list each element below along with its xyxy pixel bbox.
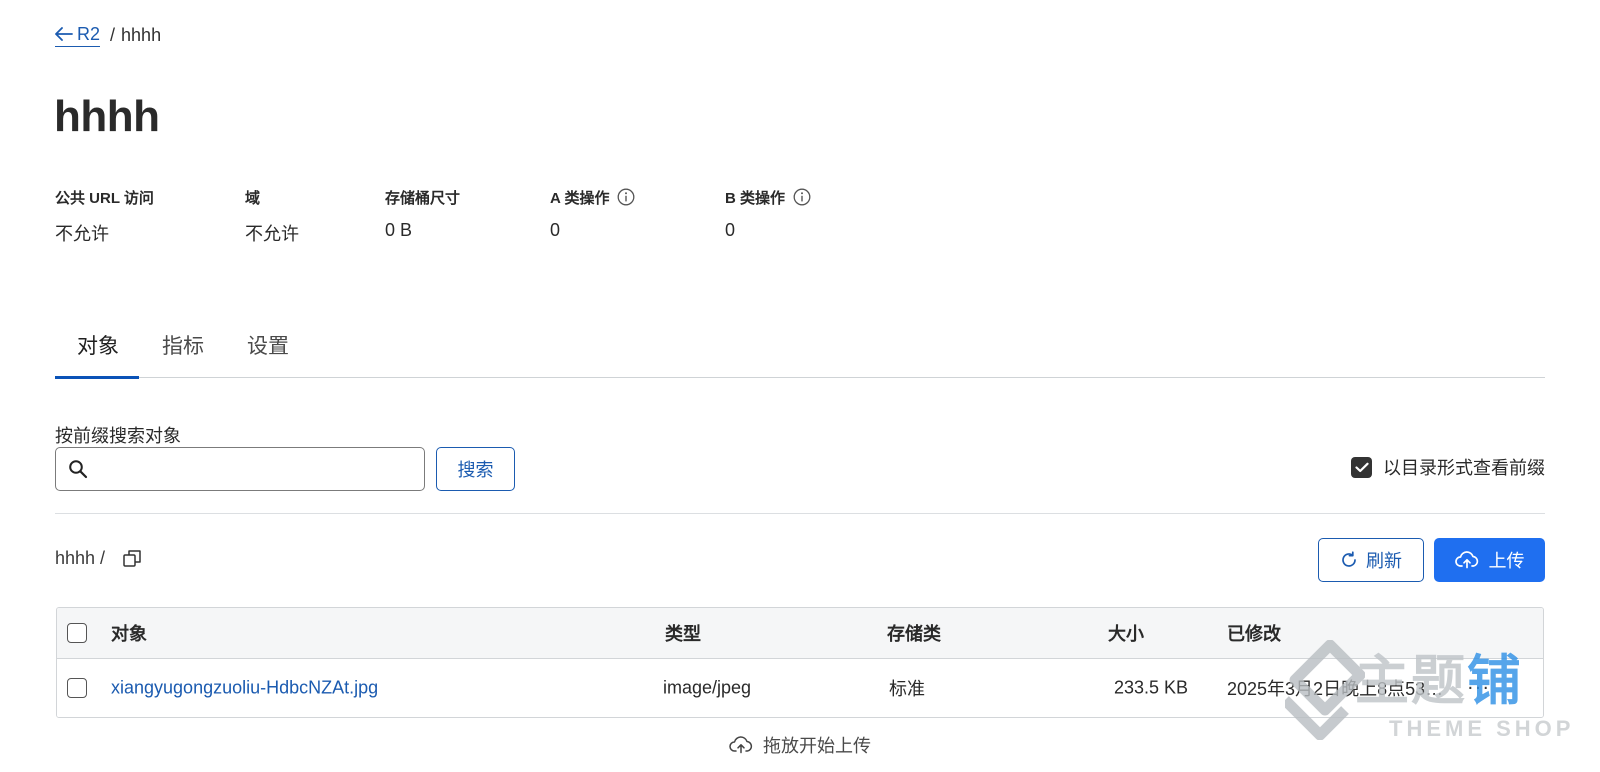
current-path: hhhh / — [55, 548, 142, 569]
stat-value: 不允许 — [245, 224, 299, 244]
table-header: 对象 类型 存储类 大小 已修改 — [57, 608, 1543, 659]
checkbox-checked-icon[interactable] — [1351, 456, 1372, 478]
page-title: hhhh — [54, 92, 160, 141]
tab-bar: 对象 指标 设置 — [55, 318, 1545, 379]
stat-value: 0 — [725, 220, 736, 240]
stat-class-a-ops: A 类操作 0 — [550, 186, 635, 241]
cloud-upload-icon — [729, 736, 753, 754]
refresh-icon — [1342, 551, 1356, 567]
stat-domain: 域 不允许 — [245, 186, 299, 246]
stat-bucket-size: 存储桶尺寸 0 B — [385, 186, 460, 241]
search-input[interactable] — [96, 460, 424, 478]
table-row: xiangyugongzuoliu-HdbcNZAt.jpg image/jpe… — [57, 659, 1543, 717]
directory-toggle-label: 以目录形式查看前缀 — [1383, 458, 1545, 478]
column-header-modified[interactable]: 已修改 — [1227, 620, 1281, 646]
object-storage-class: 标准 — [889, 679, 925, 699]
search-field — [55, 447, 425, 491]
cloud-upload-icon — [1454, 551, 1478, 569]
copy-icon[interactable] — [123, 549, 142, 568]
upload-label: 上传 — [1488, 551, 1525, 571]
section-divider — [55, 513, 1545, 514]
stat-label: B 类操作 — [725, 189, 786, 207]
stat-value: 不允许 — [55, 224, 109, 244]
object-type: image/jpeg — [663, 677, 752, 698]
breadcrumb-root: R2 — [77, 23, 101, 44]
info-icon[interactable] — [793, 188, 811, 206]
object-modified: 2025年3月2日晚上8点53… — [1227, 679, 1444, 699]
object-size: 233.5 KB — [1114, 677, 1189, 698]
search-button[interactable]: 搜索 — [436, 447, 515, 491]
directory-view-toggle[interactable]: 以目录形式查看前缀 — [1351, 454, 1545, 480]
row-checkbox[interactable] — [67, 678, 87, 698]
refresh-button[interactable]: 刷新 — [1318, 538, 1424, 582]
refresh-label: 刷新 — [1366, 551, 1402, 571]
select-all-checkbox[interactable] — [67, 623, 87, 643]
breadcrumb-separator: / — [110, 24, 116, 45]
path-text: hhhh / — [55, 548, 106, 568]
column-header-size[interactable]: 大小 — [1108, 620, 1144, 646]
stat-public-url: 公共 URL 访问 不允许 — [55, 186, 154, 246]
stat-value: 0 B — [385, 220, 413, 240]
stat-label: 公共 URL 访问 — [55, 189, 154, 207]
stat-label: 存储桶尺寸 — [385, 189, 461, 207]
tab-settings[interactable]: 设置 — [247, 330, 289, 360]
column-header-type[interactable]: 类型 — [665, 620, 701, 646]
column-header-storage-class[interactable]: 存储类 — [887, 620, 941, 646]
tab-objects[interactable]: 对象 — [77, 330, 119, 360]
column-header-object[interactable]: 对象 — [111, 620, 147, 646]
search-label: 按前缀搜索对象 — [55, 426, 181, 446]
search-icon — [69, 460, 88, 479]
stat-class-b-ops: B 类操作 0 — [725, 186, 811, 241]
info-icon[interactable] — [617, 188, 635, 206]
stat-label: 域 — [245, 189, 261, 207]
breadcrumb-current: hhhh — [121, 24, 162, 45]
dropzone-label: 拖放开始上传 — [763, 736, 871, 756]
stat-label: A 类操作 — [550, 189, 610, 207]
breadcrumb: R2 / hhhh — [55, 22, 161, 48]
upload-button[interactable]: 上传 — [1434, 538, 1545, 582]
object-name-link[interactable]: xiangyugongzuoliu-HdbcNZAt.jpg — [111, 678, 378, 699]
objects-table: 对象 类型 存储类 大小 已修改 xiangyugongzuoliu-HdbcN… — [56, 607, 1544, 718]
arrow-left-icon — [55, 27, 73, 41]
row-more-actions-button[interactable]: ··· — [1467, 677, 1490, 700]
upload-dropzone[interactable]: 拖放开始上传 — [0, 732, 1600, 758]
breadcrumb-back-link[interactable]: R2 — [55, 23, 101, 47]
tab-metrics[interactable]: 指标 — [162, 330, 204, 360]
stat-value: 0 — [550, 220, 561, 240]
tab-active-indicator — [55, 376, 139, 379]
